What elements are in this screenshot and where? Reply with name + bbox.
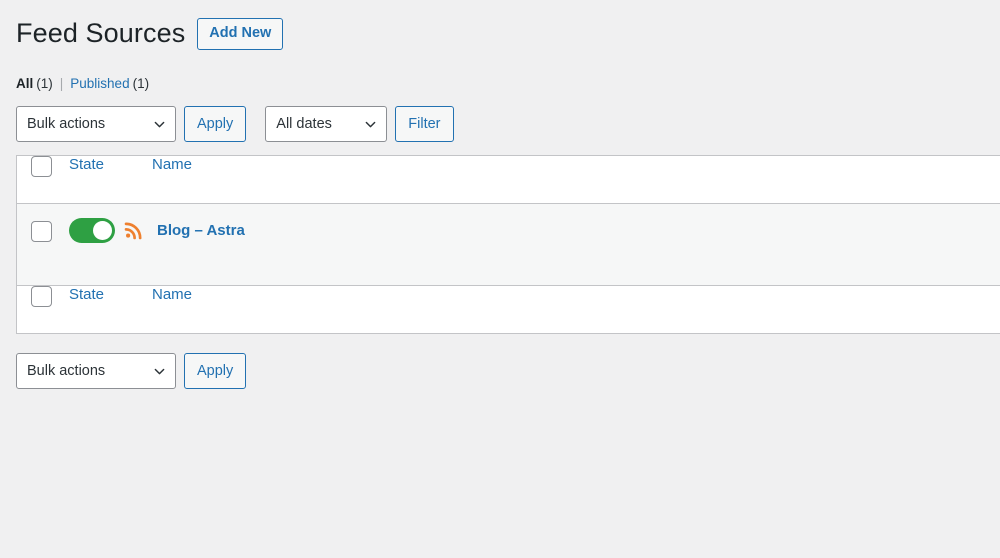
table-head: State Name <box>17 156 1000 204</box>
apply-button-bottom[interactable]: Apply <box>184 353 247 389</box>
tablenav-top: Bulk actions Apply All dates Filter <box>16 106 1000 142</box>
column-footer-name: Name <box>152 285 1000 333</box>
table-foot: State Name <box>17 285 1000 333</box>
date-filter-select[interactable]: All dates <box>265 106 388 142</box>
feed-sources-table: State Name Blog – Astra State Name <box>16 155 1000 334</box>
rss-icon <box>124 221 143 240</box>
row-title-link[interactable]: Blog – Astra <box>157 218 245 243</box>
status-link-all[interactable]: All <box>16 76 33 91</box>
column-footer-state-link[interactable]: State <box>69 286 104 303</box>
admin-page-wrap: Feed Sources Add New All (1) | Published… <box>0 0 1000 558</box>
table-row: Blog – Astra <box>17 204 1000 285</box>
status-link-published[interactable]: Published <box>70 76 129 91</box>
bulk-actions-select-bottom[interactable]: Bulk actions <box>16 353 176 389</box>
feed-state-toggle[interactable] <box>69 218 115 243</box>
row-select-checkbox[interactable] <box>31 221 52 242</box>
filter-button[interactable]: Filter <box>395 106 454 142</box>
select-all-checkbox-top[interactable] <box>31 156 52 177</box>
table-header-row: State Name <box>17 156 1000 204</box>
row-name-cell: Blog – Astra <box>152 204 1000 285</box>
state-cell-inner <box>69 218 152 243</box>
status-count-all: (1) <box>36 76 53 91</box>
select-all-checkbox-bottom[interactable] <box>31 286 52 307</box>
status-separator: | <box>59 76 64 91</box>
apply-button-top[interactable]: Apply <box>184 106 247 142</box>
table-footer-row: State Name <box>17 285 1000 333</box>
column-header-state: State <box>66 156 152 204</box>
column-header-name-link[interactable]: Name <box>152 156 192 173</box>
page-header: Feed Sources Add New <box>16 0 1000 54</box>
bulk-actions-select-top[interactable]: Bulk actions <box>16 106 176 142</box>
column-footer-state: State <box>66 285 152 333</box>
bulk-actions-select-wrap-top: Bulk actions <box>16 106 176 142</box>
status-filter-links: All (1) | Published (1) <box>16 76 1000 91</box>
toggle-knob <box>93 221 112 240</box>
column-footer-name-link[interactable]: Name <box>152 286 192 303</box>
bulk-actions-select-wrap-bottom: Bulk actions <box>16 353 176 389</box>
row-select-cell <box>17 204 66 285</box>
date-filter-select-wrap: All dates <box>265 106 388 142</box>
tablenav-bottom: Bulk actions Apply <box>16 353 1000 389</box>
add-new-button[interactable]: Add New <box>197 18 284 50</box>
status-filter-all: All (1) <box>16 76 53 91</box>
column-header-name: Name <box>152 156 1000 204</box>
column-header-state-link[interactable]: State <box>69 156 104 173</box>
select-all-footer <box>17 285 66 333</box>
select-all-header <box>17 156 66 204</box>
table-body: Blog – Astra <box>17 204 1000 285</box>
status-filter-published: Published (1) <box>70 76 149 91</box>
name-cell-inner: Blog – Astra <box>152 218 1000 243</box>
row-state-cell <box>66 204 152 285</box>
page-title: Feed Sources <box>16 18 186 49</box>
status-count-published: (1) <box>132 76 150 91</box>
